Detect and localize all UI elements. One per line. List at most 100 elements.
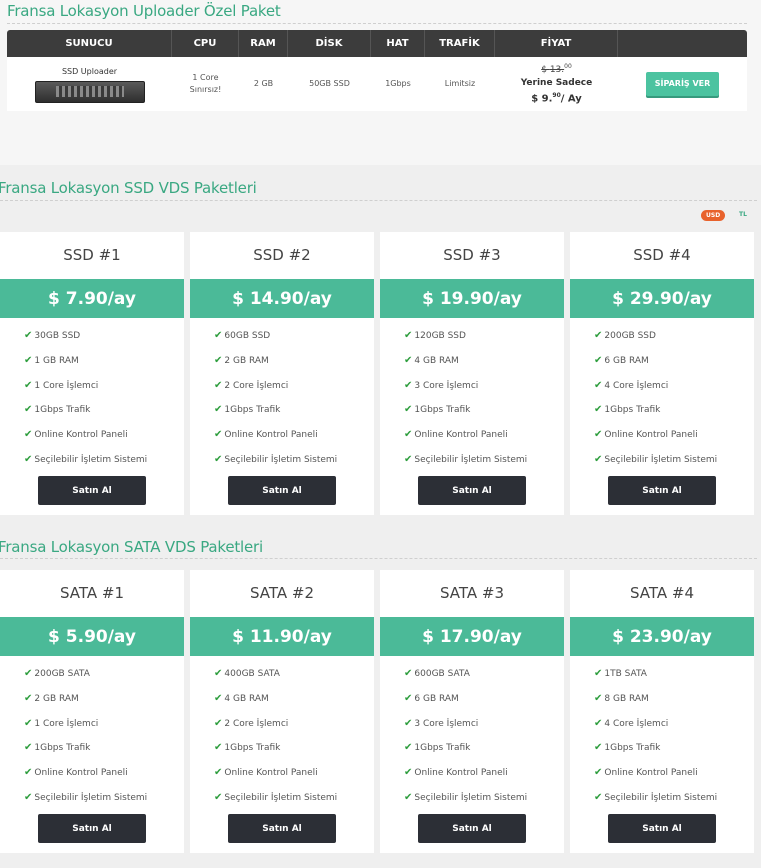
package-price: $ 7.90/ay <box>0 279 184 318</box>
check-icon: ✔ <box>594 404 603 416</box>
feature-item: ✔ 3 Core İşlemci <box>404 380 478 391</box>
feature-item: ✔ 2 Core İşlemci <box>214 718 288 729</box>
sata-card-2: SATA #2 $ 11.90/ay ✔ 400GB SATA ✔ 4 GB RAM ✔ 2 … <box>190 570 374 853</box>
check-icon: ✔ <box>404 379 413 391</box>
feature-item: ✔ 200GB SSD <box>594 330 656 341</box>
package-name: SATA #4 <box>629 584 695 602</box>
feature-item: ✔ 3 Core İşlemci <box>404 718 478 729</box>
server-image <box>34 80 145 103</box>
check-icon: ✔ <box>24 767 33 779</box>
buy-button[interactable]: Satın Al <box>418 814 526 843</box>
old-price-cents: 00 <box>564 62 572 70</box>
disk-cell: 50GB SSD <box>309 79 350 88</box>
check-icon: ✔ <box>24 792 33 803</box>
new-price-suffix: / Ay <box>560 93 582 105</box>
check-icon: ✔ <box>404 354 413 366</box>
buy-button[interactable]: Satın Al <box>608 476 716 505</box>
check-icon: ✔ <box>24 354 33 366</box>
cpu-note: Sınırsız! <box>189 85 222 94</box>
feature-item: ✔ Online Kontrol Paneli <box>24 767 128 778</box>
feature-label: Online Kontrol Paneli <box>604 430 698 441</box>
feature-item: ✔ 4 Core İşlemci <box>594 718 668 729</box>
feature-item: ✔ 1Gbps Trafik <box>214 404 280 415</box>
check-icon: ✔ <box>24 717 33 729</box>
currency-tl-toggle[interactable]: TL <box>739 211 747 218</box>
feature-label: 200GB SATA <box>34 669 90 679</box>
feature-label: 1Gbps Trafik <box>414 405 471 416</box>
feature-label: 1Gbps Trafik <box>604 405 661 416</box>
instead-text: Yerine Sadece <box>520 78 593 89</box>
feature-item: ✔ Seçilebilir İşletim Sistemi <box>24 454 147 465</box>
feature-label: Seçilebilir İşletim Sistemi <box>224 455 338 465</box>
feature-item: ✔ 1 Core İşlemci <box>24 380 98 391</box>
feature-item: ✔ Seçilebilir İşletim Sistemi <box>214 792 337 803</box>
divider <box>0 200 757 201</box>
check-icon: ✔ <box>594 792 603 803</box>
check-icon: ✔ <box>24 379 33 391</box>
buy-button[interactable]: Satın Al <box>608 814 716 843</box>
feature-label: 4 GB RAM <box>224 693 269 704</box>
feature-item: ✔ Seçilebilir İşletim Sistemi <box>214 454 337 465</box>
buy-button[interactable]: Satın Al <box>38 476 146 505</box>
ram-cell: 2 GB <box>253 79 274 88</box>
check-icon: ✔ <box>24 429 33 441</box>
feature-label: 3 Core İşlemci <box>414 380 479 391</box>
col-sunucu: SUNUCU <box>7 30 172 57</box>
feature-label: 600GB SATA <box>414 669 470 679</box>
check-icon: ✔ <box>594 692 603 704</box>
feature-label: 60GB SSD <box>224 331 271 341</box>
new-price-value: $ 9. <box>531 93 553 105</box>
package-name: SSD #3 <box>443 246 501 264</box>
check-icon: ✔ <box>404 767 413 779</box>
feature-item: ✔ 1TB SATA <box>594 668 647 679</box>
feature-label: 2 GB RAM <box>34 693 79 704</box>
check-icon: ✔ <box>594 717 603 729</box>
package-name: SATA #2 <box>249 584 315 602</box>
feature-label: 1Gbps Trafik <box>224 743 281 754</box>
feature-label: 4 Core İşlemci <box>604 718 669 729</box>
cpu-cores: 1 Core <box>192 73 219 82</box>
order-button[interactable]: SİPARİŞ VER <box>645 72 720 96</box>
col-cpu: CPU <box>172 30 239 57</box>
feature-label: 2 Core İşlemci <box>224 380 289 391</box>
feature-label: Seçilebilir İşletim Sistemi <box>34 455 148 465</box>
check-icon: ✔ <box>594 330 603 341</box>
check-icon: ✔ <box>594 767 603 779</box>
buy-button[interactable]: Satın Al <box>418 476 526 505</box>
check-icon: ✔ <box>404 330 413 341</box>
check-icon: ✔ <box>214 767 223 779</box>
col-action <box>618 30 747 57</box>
feature-label: Online Kontrol Paneli <box>224 768 318 779</box>
package-name: SATA #1 <box>59 584 125 602</box>
sata-card-3: SATA #3 $ 17.90/ay ✔ 600GB SATA ✔ 6 GB RAM ✔ 3 … <box>380 570 564 853</box>
ssd-card-4: SSD #4 $ 29.90/ay ✔ 200GB SSD ✔ 6 GB RAM ✔ 4 Co… <box>570 232 754 515</box>
feature-label: Online Kontrol Paneli <box>224 430 318 441</box>
divider <box>0 558 757 559</box>
col-hat: HAT <box>371 30 425 57</box>
feature-label: 6 GB RAM <box>414 693 459 704</box>
feature-item: ✔ 120GB SSD <box>404 330 466 341</box>
buy-button[interactable]: Satın Al <box>228 814 336 843</box>
buy-button[interactable]: Satın Al <box>228 476 336 505</box>
feature-label: Seçilebilir İşletim Sistemi <box>604 793 718 803</box>
check-icon: ✔ <box>404 668 413 679</box>
action-cell: SİPARİŞ VER <box>618 57 747 111</box>
check-icon: ✔ <box>214 792 223 803</box>
check-icon: ✔ <box>214 379 223 391</box>
check-icon: ✔ <box>24 404 33 416</box>
check-icon: ✔ <box>24 668 33 679</box>
feature-label: 1Gbps Trafik <box>414 743 471 754</box>
currency-usd-toggle[interactable]: USD <box>701 210 726 221</box>
feature-label: Seçilebilir İşletim Sistemi <box>604 455 718 465</box>
check-icon: ✔ <box>594 668 603 679</box>
check-icon: ✔ <box>214 742 223 754</box>
feature-label: Online Kontrol Paneli <box>604 768 698 779</box>
check-icon: ✔ <box>404 429 413 441</box>
feature-item: ✔ 4 GB RAM <box>214 693 269 704</box>
buy-button[interactable]: Satın Al <box>38 814 146 843</box>
check-icon: ✔ <box>404 454 413 465</box>
feature-item: ✔ Online Kontrol Paneli <box>594 767 698 778</box>
feature-label: 6 GB RAM <box>604 355 649 366</box>
package-name: SSD #4 <box>633 246 691 264</box>
feature-item: ✔ 1Gbps Trafik <box>24 404 90 415</box>
